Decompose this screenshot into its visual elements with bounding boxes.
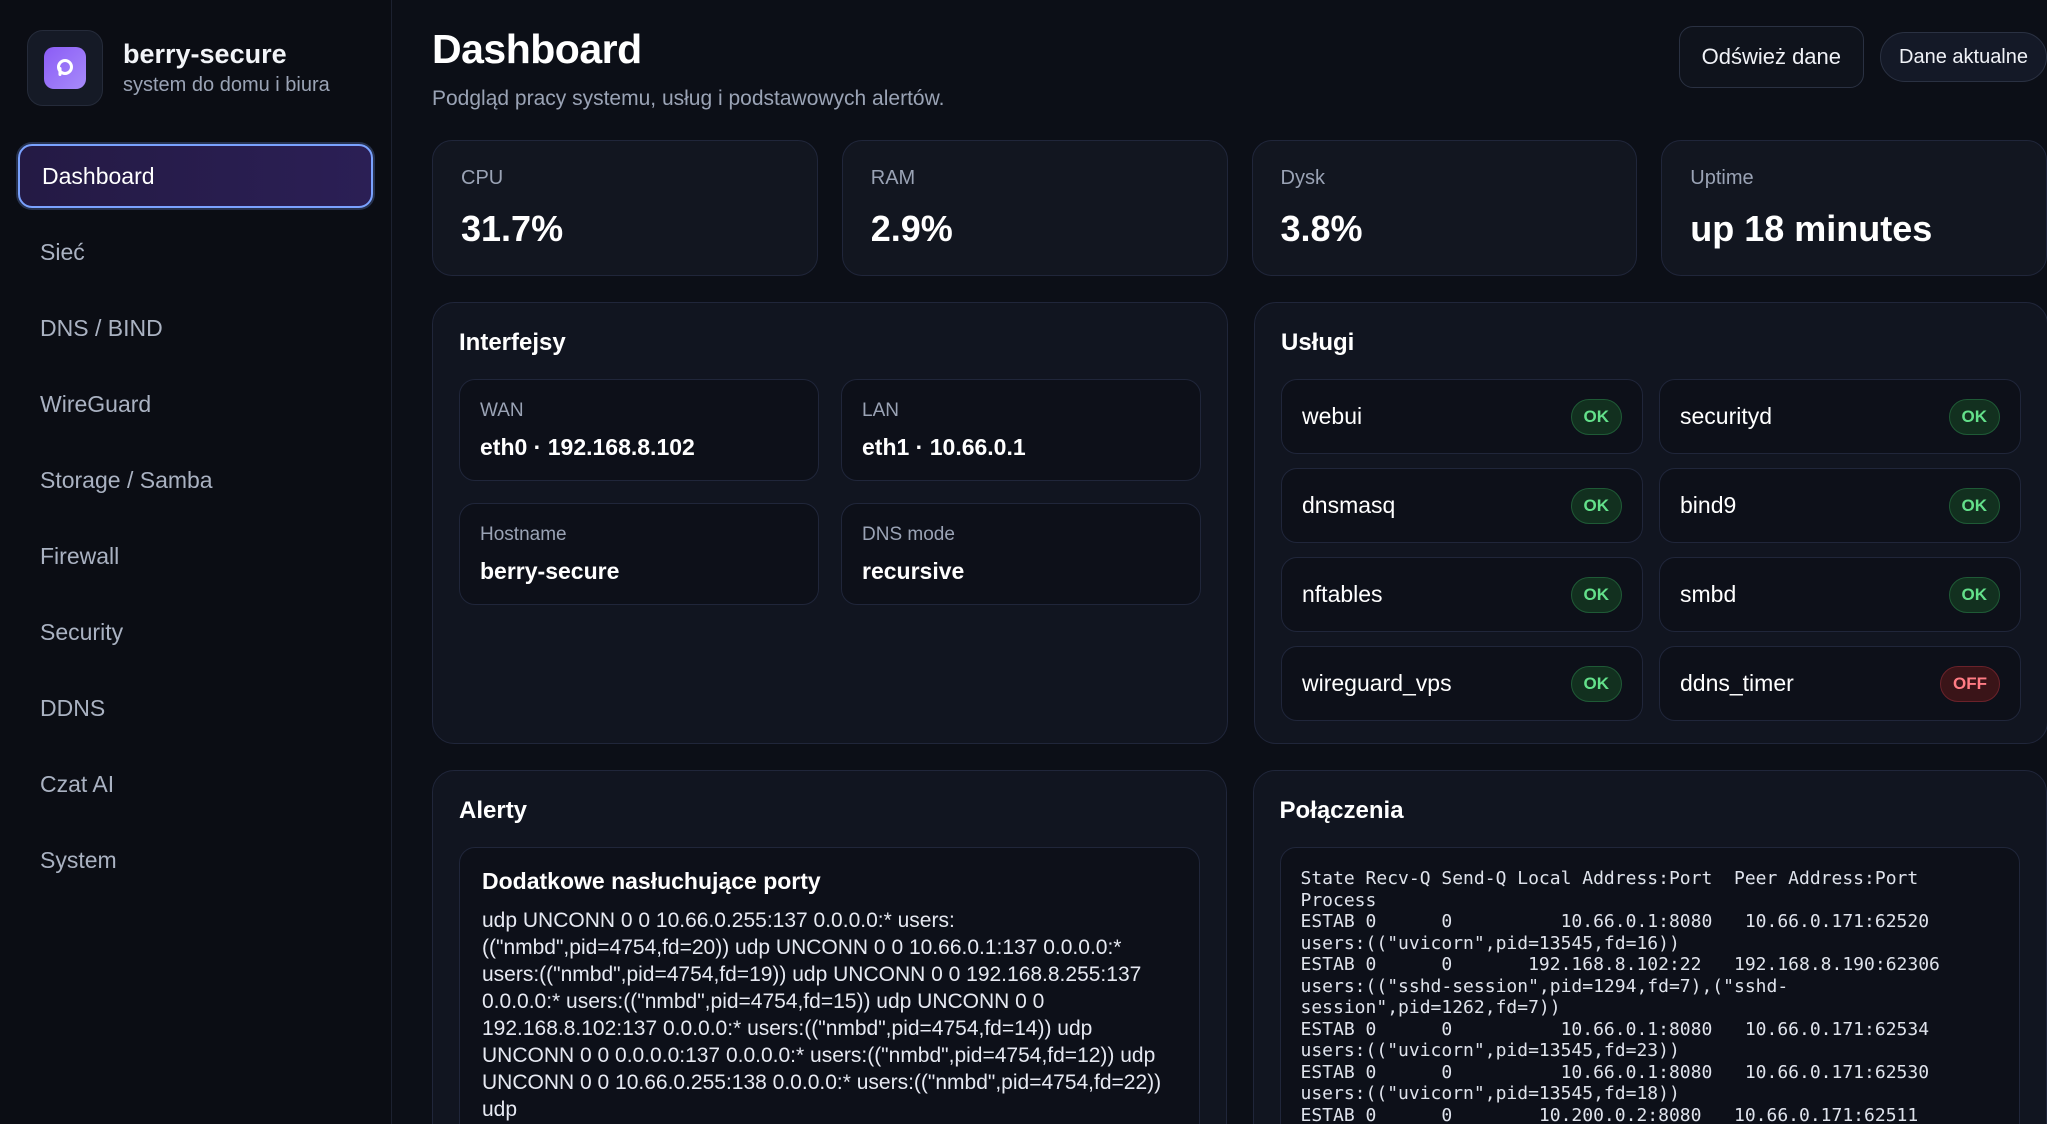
- interface-value: recursive: [862, 558, 965, 584]
- status-badge: OK: [1570, 576, 1622, 613]
- connections-output: State Recv-Q Send-Q Local Address:Port P…: [1300, 868, 1940, 1124]
- data-status-badge: Dane aktualne: [1880, 32, 2047, 82]
- alerts-panel: Alerty Dodatkowe nasłuchujące porty udp …: [432, 770, 1227, 1124]
- service-name: bind9: [1680, 492, 1737, 518]
- connections-output-box[interactable]: State Recv-Q Send-Q Local Address:Port P…: [1279, 847, 2020, 1124]
- brand-name: berry-secure: [123, 39, 287, 69]
- interface-card-lan: LAN eth1 · 10.66.0.1: [841, 379, 1201, 481]
- interface-card-hostname: Hostname berry-secure: [459, 503, 819, 605]
- stat-label: Dysk: [1280, 167, 1325, 189]
- services-panel: Usługi webui OK securityd OK dnsmasq OK: [1254, 302, 2047, 744]
- interface-label: DNS mode: [862, 524, 955, 545]
- interfaces-title: Interfejsy: [459, 329, 566, 356]
- service-card-nftables: nftables OK: [1281, 557, 1643, 632]
- connections-panel: Połączenia State Recv-Q Send-Q Local Add…: [1252, 770, 2047, 1124]
- stat-label: CPU: [461, 167, 504, 189]
- page-subtitle: Podgląd pracy systemu, usług i podstawow…: [432, 87, 945, 110]
- service-name: smbd: [1680, 581, 1737, 607]
- panels-row-2: Alerty Dodatkowe nasłuchujące porty udp …: [432, 770, 2047, 1124]
- nav-item-dashboard[interactable]: Dashboard: [18, 144, 373, 208]
- refresh-button[interactable]: Odśwież dane: [1678, 26, 1865, 88]
- service-card-securityd: securityd OK: [1659, 379, 2021, 454]
- nav-item-siec[interactable]: Sieć: [18, 220, 373, 284]
- brand-logo: [27, 30, 103, 106]
- status-badge: OK: [1948, 487, 2000, 524]
- stat-value: 2.9%: [870, 208, 953, 249]
- services-grid: webui OK securityd OK dnsmasq OK bind9 O…: [1281, 379, 2021, 721]
- service-name: webui: [1302, 403, 1363, 429]
- service-name: nftables: [1302, 581, 1383, 607]
- alert-item: Dodatkowe nasłuchujące porty udp UNCONN …: [459, 847, 1200, 1124]
- nav-item-storage-samba[interactable]: Storage / Samba: [18, 448, 373, 512]
- stat-label: RAM: [870, 167, 916, 189]
- stat-card-ram: RAM 2.9%: [841, 140, 1228, 276]
- header-actions: Odśwież dane Dane aktualne: [1678, 26, 2047, 88]
- status-badge: OK: [1570, 398, 1622, 435]
- service-name: securityd: [1680, 403, 1773, 429]
- panels-row-1: Interfejsy WAN eth0 · 192.168.8.102 LAN …: [432, 302, 2047, 744]
- brand: berry-secure system do domu i biura: [18, 30, 373, 106]
- status-badge: OK: [1570, 665, 1622, 702]
- service-card-bind9: bind9 OK: [1659, 468, 2021, 543]
- stat-label: Uptime: [1690, 167, 1754, 189]
- interfaces-grid: WAN eth0 · 192.168.8.102 LAN eth1 · 10.6…: [459, 379, 1201, 605]
- nav-item-czat-ai[interactable]: Czat AI: [18, 752, 373, 816]
- status-badge: OK: [1570, 487, 1622, 524]
- interface-value: eth0 · 192.168.8.102: [480, 434, 695, 460]
- page-title: Dashboard: [432, 26, 642, 72]
- brand-subtitle: system do domu i biura: [123, 74, 330, 96]
- stat-value: up 18 minutes: [1690, 208, 1933, 249]
- main-content: Dashboard Podgląd pracy systemu, usług i…: [392, 0, 2047, 1124]
- status-badge: OK: [1948, 398, 2000, 435]
- nav-item-ddns[interactable]: DDNS: [18, 676, 373, 740]
- status-badge: OFF: [1940, 665, 2000, 702]
- alert-text: udp UNCONN 0 0 10.66.0.255:137 0.0.0.0:*…: [482, 909, 1162, 1121]
- service-card-wireguard-vps: wireguard_vps OK: [1281, 646, 1643, 721]
- sidebar: berry-secure system do domu i biura Dash…: [0, 0, 392, 1124]
- services-title: Usługi: [1281, 329, 1355, 356]
- interface-label: Hostname: [480, 524, 567, 545]
- app-root: berry-secure system do domu i biura Dash…: [0, 0, 2047, 1124]
- stat-card-cpu: CPU 31.7%: [432, 140, 818, 276]
- nav-item-security[interactable]: Security: [18, 600, 373, 664]
- nav-item-firewall[interactable]: Firewall: [18, 524, 373, 588]
- stat-value: 31.7%: [461, 208, 564, 249]
- service-card-dnsmasq: dnsmasq OK: [1281, 468, 1643, 543]
- service-name: wireguard_vps: [1302, 670, 1452, 696]
- interface-card-wan: WAN eth0 · 192.168.8.102: [459, 379, 819, 481]
- connections-title: Połączenia: [1279, 797, 1404, 824]
- stat-card-disk: Dysk 3.8%: [1251, 140, 1638, 276]
- nav-item-wireguard[interactable]: WireGuard: [18, 372, 373, 436]
- sidebar-nav: Dashboard Sieć DNS / BIND WireGuard Stor…: [18, 144, 373, 892]
- service-card-webui: webui OK: [1281, 379, 1643, 454]
- interface-value: berry-secure: [480, 558, 620, 584]
- stat-card-uptime: Uptime up 18 minutes: [1661, 140, 2047, 276]
- service-name: ddns_timer: [1680, 670, 1794, 696]
- service-card-ddns-timer: ddns_timer OFF: [1659, 646, 2021, 721]
- berry-logo-icon: [44, 47, 86, 89]
- alerts-title: Alerty: [459, 797, 528, 824]
- stat-value: 3.8%: [1280, 208, 1363, 249]
- interface-label: LAN: [862, 400, 899, 421]
- interface-value: eth1 · 10.66.0.1: [862, 434, 1026, 460]
- interface-card-dns-mode: DNS mode recursive: [841, 503, 1201, 605]
- service-name: dnsmasq: [1302, 492, 1396, 518]
- alert-title: Dodatkowe nasłuchujące porty: [482, 868, 821, 894]
- stats-row: CPU 31.7% RAM 2.9% Dysk 3.8% Uptime up 1…: [432, 140, 2047, 276]
- nav-item-dns-bind[interactable]: DNS / BIND: [18, 296, 373, 360]
- service-card-smbd: smbd OK: [1659, 557, 2021, 632]
- nav-item-system[interactable]: System: [18, 828, 373, 892]
- page-header: Dashboard Podgląd pracy systemu, usług i…: [432, 26, 2047, 140]
- interface-label: WAN: [480, 400, 524, 421]
- status-badge: OK: [1948, 576, 2000, 613]
- interfaces-panel: Interfejsy WAN eth0 · 192.168.8.102 LAN …: [432, 302, 1228, 744]
